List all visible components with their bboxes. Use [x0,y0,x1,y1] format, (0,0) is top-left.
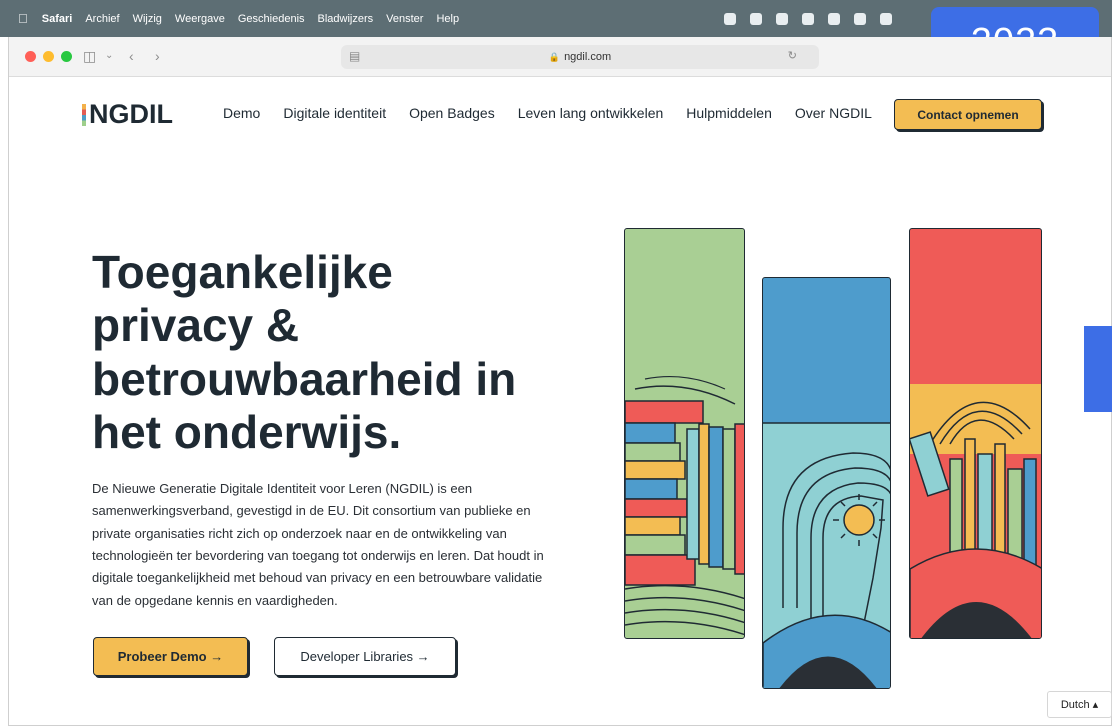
url-text: ngdil.com [564,51,612,63]
hero-title: Toegankelijke privacy & betrouwbaarheid … [92,246,592,459]
menu-bladwijzers[interactable]: Bladwijzers [318,13,374,25]
status-icons [724,0,892,37]
creative-cloud-icon[interactable] [776,12,788,25]
hero-title-line: Toegankelijke [92,246,393,298]
reload-icon[interactable]: ↻ [788,49,797,62]
head-illustration-svg [763,422,890,688]
nav-over-ngdil[interactable]: Over NGDIL [795,105,872,121]
books-illustration-svg [625,375,744,636]
minimize-window-button[interactable] [43,51,54,62]
close-window-button[interactable] [25,51,36,62]
try-demo-button[interactable]: Probeer Demo → [93,637,248,676]
developer-libraries-button[interactable]: Developer Libraries → [274,637,456,676]
menu-wijzig[interactable]: Wijzig [133,13,162,25]
status-app-icon[interactable] [828,12,840,25]
language-selector[interactable]: Dutch ▴ [1047,691,1112,718]
shield-icon[interactable] [854,12,866,25]
head-illustration [762,277,891,689]
main-nav: Demo Digitale identiteit Open Badges Lev… [223,105,872,121]
menu-help[interactable]: Help [436,13,459,25]
hero-title-line: privacy & [92,299,300,352]
status-app-icon[interactable] [802,12,814,25]
reader-icon[interactable]: ▤ [349,49,360,63]
logo-text: NGDIL [89,99,173,129]
contact-button[interactable]: Contact opnemen [894,99,1042,130]
stationery-illustration-svg [910,384,1041,638]
side-tab[interactable] [1084,326,1112,412]
nav-leven-lang-ontwikkelen[interactable]: Leven lang ontwikkelen [518,105,664,121]
address-bar[interactable]: ▤ 🔒 ngdil.com ↻ [341,45,819,69]
apple-icon[interactable]:  [18,11,28,26]
menu-venster[interactable]: Venster [386,13,423,25]
menu-geschiedenis[interactable]: Geschiedenis [238,13,305,25]
back-icon[interactable]: ‹ [129,48,134,64]
logo-mark-icon [82,103,86,126]
lock-icon: 🔒 [548,51,561,62]
nav-open-badges[interactable]: Open Badges [409,105,495,121]
forward-icon[interactable]: › [155,48,160,64]
cloud-icon[interactable] [750,12,762,25]
status-app-icon[interactable] [880,12,892,25]
status-app-icon[interactable] [724,12,736,25]
menu-safari[interactable]: Safari [42,13,73,25]
nav-hulpmiddelen[interactable]: Hulpmiddelen [686,105,772,121]
menu-weergave[interactable]: Weergave [175,13,225,25]
nav-digitale-identiteit[interactable]: Digitale identiteit [283,105,386,121]
sidebar-icon[interactable]: ◫ [83,48,96,65]
chevron-down-icon[interactable]: ⌄ [105,50,113,61]
stationery-illustration [909,228,1042,639]
hero-intro: De Nieuwe Generatie Digitale Identiteit … [92,481,544,608]
hero-title-line: betrouwbaarheid in [92,352,517,405]
browser-toolbar: ◫ ⌄ ‹ › ▤ 🔒 ngdil.com ↻ [9,37,1111,77]
window-controls [25,51,72,62]
nav-demo[interactable]: Demo [223,105,260,121]
menu-archief[interactable]: Archief [85,13,119,25]
site-logo[interactable]: NGDIL [82,99,173,130]
zoom-window-button[interactable] [61,51,72,62]
hero-title-line: het onderwijs. [92,406,402,459]
books-illustration [624,228,745,639]
